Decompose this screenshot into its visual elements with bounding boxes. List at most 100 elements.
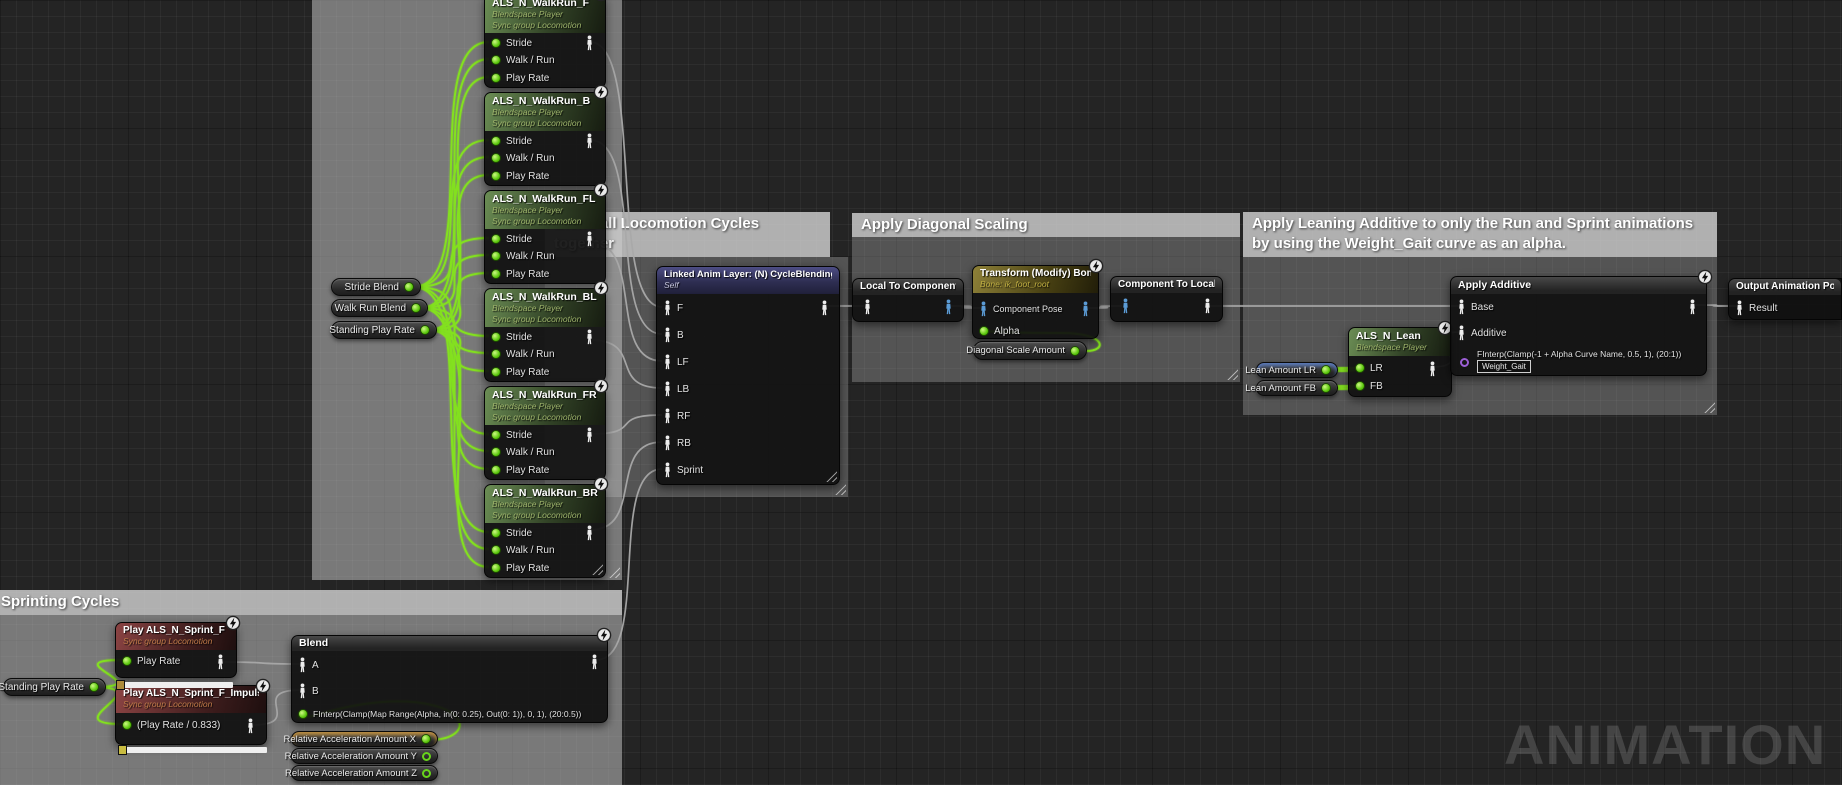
pin-play-rate[interactable]: Play Rate [491, 561, 549, 575]
curve-name-field[interactable]: Weight_Gait [1477, 360, 1531, 373]
fast-path-icon [593, 182, 609, 198]
pose-out-pin[interactable] [590, 654, 599, 670]
pin-play-rate[interactable]: Play Rate [491, 267, 549, 281]
node-als-n-walkrun-fr[interactable]: ALS_N_WalkRun_FR Blendspace Player Sync … [484, 386, 606, 480]
pin-stride[interactable]: Stride [491, 134, 532, 148]
pin-a[interactable]: A [298, 658, 319, 672]
node-transform-modify-bone[interactable]: Transform (Modify) Bone Bone: ik_foot_ro… [972, 265, 1099, 339]
pin-sprint[interactable]: Sprint [663, 463, 703, 477]
pin-stride[interactable]: Stride [491, 428, 532, 442]
node-als-n-walkrun-f[interactable]: ALS_N_WalkRun_F Blendspace Player Sync g… [484, 0, 606, 88]
playback-marker[interactable] [118, 745, 127, 755]
pin-alpha[interactable]: Alpha [979, 324, 1020, 338]
pose-out-pin[interactable] [1688, 299, 1697, 315]
node-als-n-walkrun-br[interactable]: ALS_N_WalkRun_BR Blendspace Player Sync … [484, 484, 606, 578]
pin-lf[interactable]: LF [663, 355, 689, 369]
pin-walk-run[interactable]: Walk / Run [491, 53, 555, 67]
pose-out-pin[interactable] [246, 718, 255, 734]
pin-play-rate-formula[interactable]: (Play Rate / 0.833) [122, 718, 220, 732]
node-als-n-walkrun-fl[interactable]: ALS_N_WalkRun_FL Blendspace Player Sync … [484, 190, 606, 284]
pin-walk-run[interactable]: Walk / Run [491, 347, 555, 361]
pose-out-pin[interactable] [585, 329, 594, 345]
pin-stride[interactable]: Stride [491, 36, 532, 50]
pin-base[interactable]: Base [1457, 300, 1494, 314]
node-apply-additive[interactable]: Apply Additive Base Additive FInterp(Cla… [1450, 276, 1707, 376]
pin-play-rate[interactable]: Play Rate [491, 365, 549, 379]
pose-out-pin[interactable] [820, 300, 829, 316]
pose-in-pin [663, 462, 672, 478]
pin-b[interactable]: B [663, 328, 684, 342]
pose-out-pin[interactable] [585, 35, 594, 51]
float-pin-icon [1070, 346, 1080, 356]
node-play-als-n-sprint-f-impulse[interactable]: Play ALS_N_Sprint_F_Impulse Sync group L… [115, 685, 267, 745]
float-pin-icon [421, 734, 431, 744]
pin-additive[interactable]: Additive [1457, 326, 1507, 340]
playback-marker[interactable] [116, 680, 125, 690]
node-local-to-component[interactable]: Local To Component [852, 278, 964, 322]
pose-out-pin[interactable] [585, 427, 594, 443]
var-stride-blend[interactable]: Stride Blend [331, 278, 421, 296]
pose-out-pin[interactable] [216, 654, 225, 670]
pin-alpha-formula[interactable]: FInterp(Clamp(Map Range(Alpha, in(0: 0.2… [298, 707, 581, 721]
var-relative-acceleration-z[interactable]: Relative Acceleration Amount Z [291, 765, 438, 781]
pin-walk-run[interactable]: Walk / Run [491, 445, 555, 459]
pose-in-pin[interactable] [863, 299, 872, 315]
var-walk-run-blend[interactable]: Walk Run Blend [331, 299, 428, 317]
pose-out-pin[interactable] [1428, 361, 1437, 377]
pin-f[interactable]: F [663, 301, 683, 315]
fast-path-icon [593, 476, 609, 492]
var-lean-amount-fb[interactable]: Lean Amount FB [1256, 380, 1338, 396]
var-standing-play-rate[interactable]: Standing Play Rate [331, 321, 437, 339]
pin-play-rate[interactable]: Play Rate [122, 654, 180, 668]
fast-path-icon [593, 0, 609, 2]
pin-walk-run[interactable]: Walk / Run [491, 249, 555, 263]
comment-sprint-header[interactable]: Sprinting Cycles [0, 590, 622, 615]
float-pin-icon [1355, 381, 1365, 391]
pin-play-rate[interactable]: Play Rate [491, 71, 549, 85]
pin-b[interactable]: B [298, 684, 319, 698]
pin-stride[interactable]: Stride [491, 232, 532, 246]
pose-out-pin[interactable] [585, 133, 594, 149]
node-output-animation-pose[interactable]: Output Animation Pose Result [1728, 278, 1842, 320]
node-als-n-walkrun-b[interactable]: ALS_N_WalkRun_B Blendspace Player Sync g… [484, 92, 606, 186]
component-pose-in-pin[interactable] [1121, 298, 1130, 314]
node-component-to-local[interactable]: Component To Local [1110, 276, 1223, 322]
pin-rb[interactable]: RB [663, 436, 691, 450]
pin-component-pose[interactable]: Component Pose [979, 302, 1063, 316]
float-pin-icon [491, 367, 501, 377]
pin-result[interactable]: Result [1735, 301, 1777, 315]
pose-out-pin[interactable] [1203, 298, 1212, 314]
var-relative-acceleration-x[interactable]: Relative Acceleration Amount X [291, 731, 438, 747]
alpha-pin[interactable] [1460, 358, 1469, 367]
pin-stride[interactable]: Stride [491, 526, 532, 540]
node-title: ALS_N_WalkRun_FR [492, 389, 598, 401]
pin-stride[interactable]: Stride [491, 330, 532, 344]
var-relative-acceleration-y[interactable]: Relative Acceleration Amount Y [291, 748, 438, 764]
component-pose-out-pin[interactable] [944, 299, 953, 315]
pin-walk-run[interactable]: Walk / Run [491, 543, 555, 557]
component-pose-out-pin[interactable] [1081, 301, 1090, 317]
comment-diagonal-header[interactable]: Apply Diagonal Scaling [852, 213, 1240, 237]
var-lean-amount-lr[interactable]: Lean Amount LR [1256, 362, 1338, 378]
pose-out-pin[interactable] [585, 231, 594, 247]
pin-rf[interactable]: RF [663, 409, 690, 423]
pin-walk-run[interactable]: Walk / Run [491, 151, 555, 165]
pose-out-pin[interactable] [585, 525, 594, 541]
float-pin-icon [491, 563, 501, 573]
node-blend[interactable]: Blend A B FInterp(Clamp(Map Range(Alpha,… [291, 635, 608, 723]
pin-play-rate[interactable]: Play Rate [491, 463, 549, 477]
node-play-als-n-sprint-f[interactable]: Play ALS_N_Sprint_F Sync group Locomotio… [115, 622, 237, 678]
pin-fb[interactable]: FB [1355, 379, 1383, 393]
pin-lr[interactable]: LR [1355, 361, 1383, 375]
pin-lb[interactable]: LB [663, 382, 689, 396]
node-als-n-lean[interactable]: ALS_N_Lean Blendspace Player LR FB [1348, 327, 1452, 397]
pin-play-rate[interactable]: Play Rate [491, 169, 549, 183]
node-title: Component To Local [1118, 279, 1215, 290]
var-standing-play-rate-2[interactable]: Standing Play Rate [3, 678, 106, 696]
node-als-n-walkrun-bl[interactable]: ALS_N_WalkRun_BL Blendspace Player Sync … [484, 288, 606, 382]
node-sync-group: Sync group Locomotion [492, 510, 598, 521]
var-diagonal-scale-amount[interactable]: Diagonal Scale Amount [973, 341, 1087, 360]
node-linked-anim-layer[interactable]: Linked Anim Layer: (N) CycleBlending Sel… [656, 266, 840, 485]
anim-graph-canvas[interactable]: Blend all Locomotion Cycles together App… [0, 0, 1842, 785]
comment-leaning-header[interactable]: Apply Leaning Additive to only the Run a… [1243, 212, 1717, 257]
